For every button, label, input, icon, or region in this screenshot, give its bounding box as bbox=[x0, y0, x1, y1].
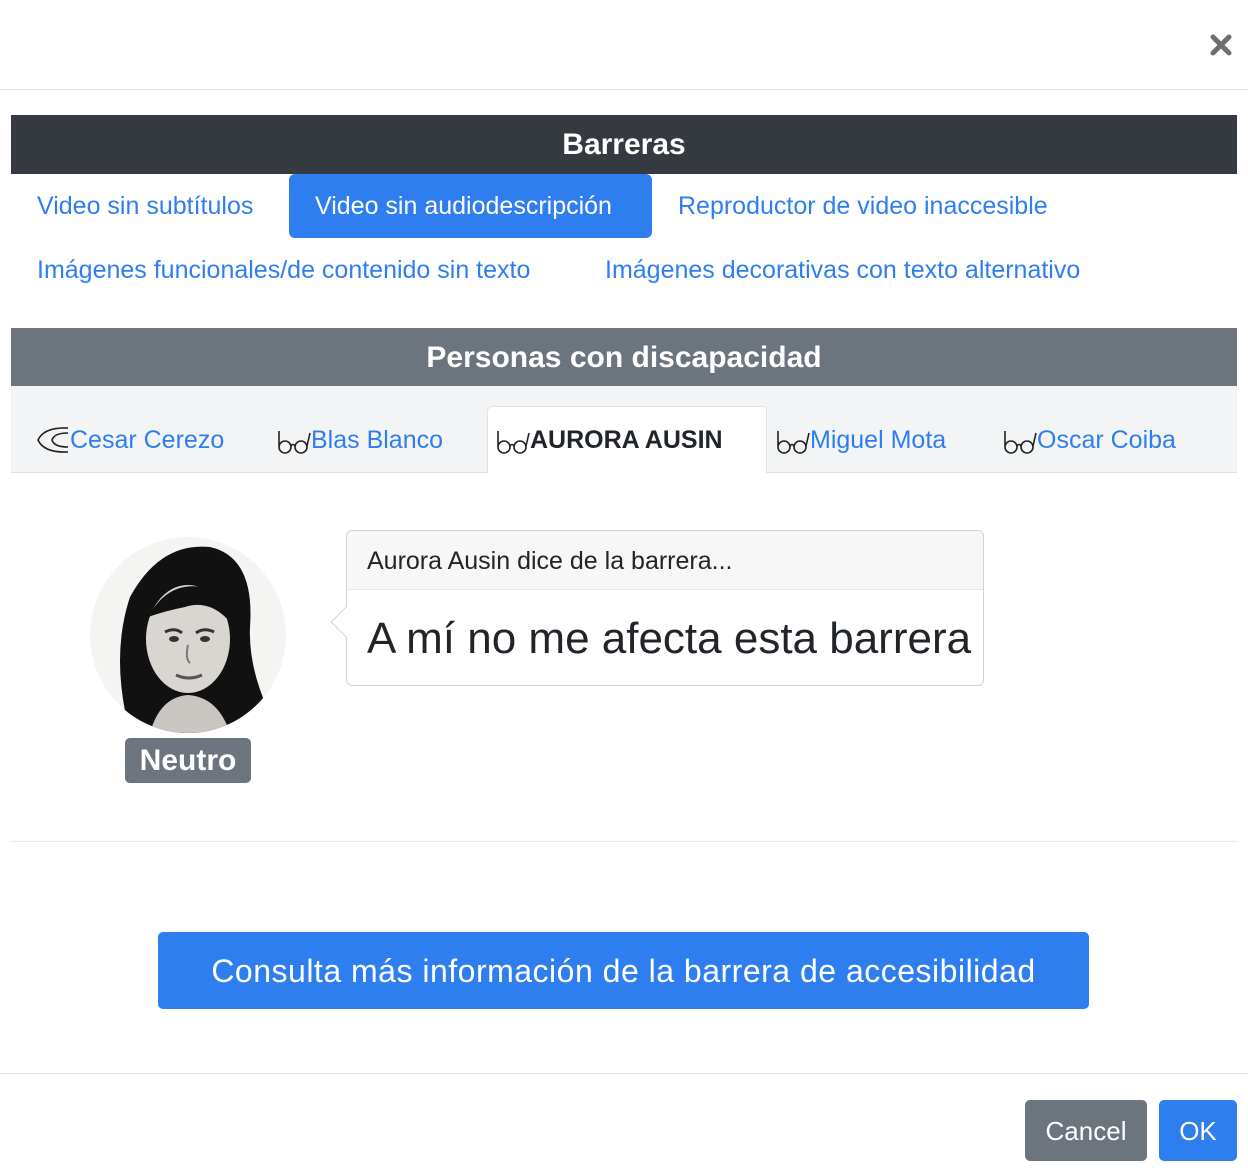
tab-cesar-cerezo[interactable]: Cesar Cerezo bbox=[36, 406, 224, 473]
opinion-bubble: Aurora Ausin dice de la barrera... A mí … bbox=[330, 530, 984, 686]
tab-label: AURORA AUSIN bbox=[530, 426, 723, 454]
barrier-imagenes-sin-texto[interactable]: Imágenes funcionales/de contenido sin te… bbox=[11, 238, 556, 302]
avatar bbox=[90, 537, 286, 733]
close-icon[interactable] bbox=[1208, 32, 1234, 58]
opinion-header: Aurora Ausin dice de la barrera... bbox=[347, 531, 983, 590]
barriers-title: Barreras bbox=[11, 115, 1237, 174]
tab-oscar-coiba[interactable]: Oscar Coiba bbox=[1003, 406, 1176, 473]
tab-miguel-mota[interactable]: Miguel Mota bbox=[776, 406, 946, 473]
tab-aurora-ausin[interactable]: AURORA AUSIN bbox=[487, 406, 767, 474]
status-badge: Neutro bbox=[125, 738, 251, 783]
glasses-icon bbox=[1004, 430, 1037, 454]
tab-label: Miguel Mota bbox=[810, 425, 947, 454]
ok-button[interactable]: OK bbox=[1159, 1100, 1237, 1161]
ear-icon bbox=[37, 426, 69, 453]
glasses-icon bbox=[278, 430, 311, 454]
divider bbox=[11, 841, 1237, 842]
bubble-arrow bbox=[330, 606, 362, 638]
tab-blas-blanco[interactable]: Blas Blanco bbox=[277, 406, 443, 473]
barrier-reproductor-inaccesible[interactable]: Reproductor de video inaccesible bbox=[652, 174, 1074, 238]
footer-divider bbox=[0, 1073, 1248, 1074]
barrier-imagenes-decorativas[interactable]: Imágenes decorativas con texto alternati… bbox=[579, 238, 1106, 302]
cancel-button[interactable]: Cancel bbox=[1025, 1100, 1147, 1161]
barrier-video-sin-subtitulos[interactable]: Video sin subtítulos bbox=[11, 174, 279, 238]
personas-title: Personas con discapacidad bbox=[11, 328, 1237, 386]
opinion-text: A mí no me afecta esta barrera bbox=[367, 614, 972, 663]
tab-label: Cesar Cerezo bbox=[70, 425, 225, 454]
personas-tabs: Cesar Cerezo Blas Blanco AURORA AUSIN Mi… bbox=[11, 386, 1237, 474]
glasses-icon bbox=[777, 430, 810, 454]
more-info-button[interactable]: Consulta más información de la barrera d… bbox=[158, 932, 1089, 1009]
barrier-video-sin-audiodescripcion[interactable]: Video sin audiodescripción bbox=[289, 174, 652, 238]
tab-label: Blas Blanco bbox=[311, 425, 444, 454]
glasses-icon bbox=[497, 431, 530, 454]
tab-label: Oscar Coiba bbox=[1037, 425, 1176, 454]
dialog-header bbox=[0, 0, 1248, 90]
